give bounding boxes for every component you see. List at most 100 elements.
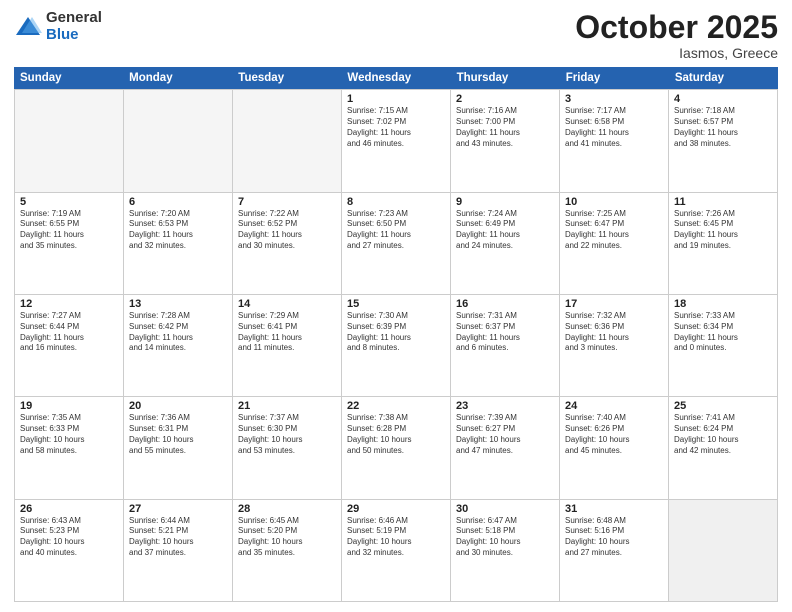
cal-cell-day-28: 28Sunrise: 6:45 AM Sunset: 5:20 PM Dayli… — [233, 500, 342, 601]
day-info: Sunrise: 7:23 AM Sunset: 6:50 PM Dayligh… — [347, 209, 445, 252]
cal-cell-day-14: 14Sunrise: 7:29 AM Sunset: 6:41 PM Dayli… — [233, 295, 342, 396]
cal-cell-day-16: 16Sunrise: 7:31 AM Sunset: 6:37 PM Dayli… — [451, 295, 560, 396]
cal-header-thursday: Thursday — [451, 67, 560, 89]
day-number: 28 — [238, 503, 336, 515]
cal-week-3: 12Sunrise: 7:27 AM Sunset: 6:44 PM Dayli… — [14, 294, 778, 396]
cal-cell-day-26: 26Sunrise: 6:43 AM Sunset: 5:23 PM Dayli… — [15, 500, 124, 601]
day-info: Sunrise: 7:39 AM Sunset: 6:27 PM Dayligh… — [456, 413, 554, 456]
cal-week-1: 1Sunrise: 7:15 AM Sunset: 7:02 PM Daylig… — [14, 89, 778, 191]
cal-week-2: 5Sunrise: 7:19 AM Sunset: 6:55 PM Daylig… — [14, 192, 778, 294]
cal-cell-day-1: 1Sunrise: 7:15 AM Sunset: 7:02 PM Daylig… — [342, 90, 451, 191]
cal-cell-empty — [233, 90, 342, 191]
cal-cell-day-17: 17Sunrise: 7:32 AM Sunset: 6:36 PM Dayli… — [560, 295, 669, 396]
day-number: 29 — [347, 503, 445, 515]
day-info: Sunrise: 6:44 AM Sunset: 5:21 PM Dayligh… — [129, 516, 227, 559]
cal-cell-day-27: 27Sunrise: 6:44 AM Sunset: 5:21 PM Dayli… — [124, 500, 233, 601]
logo-blue: Blue — [46, 27, 102, 44]
cal-cell-empty — [15, 90, 124, 191]
cal-cell-day-29: 29Sunrise: 6:46 AM Sunset: 5:19 PM Dayli… — [342, 500, 451, 601]
day-info: Sunrise: 7:25 AM Sunset: 6:47 PM Dayligh… — [565, 209, 663, 252]
header: General Blue October 2025 Iasmos, Greece — [14, 10, 778, 61]
logo: General Blue — [14, 10, 102, 43]
cal-cell-day-11: 11Sunrise: 7:26 AM Sunset: 6:45 PM Dayli… — [669, 193, 778, 294]
cal-cell-day-22: 22Sunrise: 7:38 AM Sunset: 6:28 PM Dayli… — [342, 397, 451, 498]
cal-cell-day-10: 10Sunrise: 7:25 AM Sunset: 6:47 PM Dayli… — [560, 193, 669, 294]
day-number: 14 — [238, 298, 336, 310]
day-info: Sunrise: 7:40 AM Sunset: 6:26 PM Dayligh… — [565, 413, 663, 456]
cal-cell-day-7: 7Sunrise: 7:22 AM Sunset: 6:52 PM Daylig… — [233, 193, 342, 294]
day-info: Sunrise: 7:18 AM Sunset: 6:57 PM Dayligh… — [674, 106, 772, 149]
day-number: 11 — [674, 196, 772, 208]
day-info: Sunrise: 7:19 AM Sunset: 6:55 PM Dayligh… — [20, 209, 118, 252]
logo-icon — [14, 13, 42, 41]
cal-cell-day-2: 2Sunrise: 7:16 AM Sunset: 7:00 PM Daylig… — [451, 90, 560, 191]
day-info: Sunrise: 7:22 AM Sunset: 6:52 PM Dayligh… — [238, 209, 336, 252]
cal-cell-day-31: 31Sunrise: 6:48 AM Sunset: 5:16 PM Dayli… — [560, 500, 669, 601]
day-number: 19 — [20, 400, 118, 412]
page: General Blue October 2025 Iasmos, Greece… — [0, 0, 792, 612]
day-info: Sunrise: 7:15 AM Sunset: 7:02 PM Dayligh… — [347, 106, 445, 149]
title-block: October 2025 Iasmos, Greece — [575, 10, 778, 61]
day-info: Sunrise: 7:27 AM Sunset: 6:44 PM Dayligh… — [20, 311, 118, 354]
day-number: 18 — [674, 298, 772, 310]
cal-cell-day-21: 21Sunrise: 7:37 AM Sunset: 6:30 PM Dayli… — [233, 397, 342, 498]
cal-header-tuesday: Tuesday — [232, 67, 341, 89]
cal-header-sunday: Sunday — [14, 67, 123, 89]
day-info: Sunrise: 7:17 AM Sunset: 6:58 PM Dayligh… — [565, 106, 663, 149]
cal-cell-day-3: 3Sunrise: 7:17 AM Sunset: 6:58 PM Daylig… — [560, 90, 669, 191]
cal-cell-day-25: 25Sunrise: 7:41 AM Sunset: 6:24 PM Dayli… — [669, 397, 778, 498]
cal-cell-day-8: 8Sunrise: 7:23 AM Sunset: 6:50 PM Daylig… — [342, 193, 451, 294]
day-info: Sunrise: 7:16 AM Sunset: 7:00 PM Dayligh… — [456, 106, 554, 149]
day-number: 13 — [129, 298, 227, 310]
title-month: October 2025 — [575, 10, 778, 45]
day-number: 5 — [20, 196, 118, 208]
cal-cell-day-13: 13Sunrise: 7:28 AM Sunset: 6:42 PM Dayli… — [124, 295, 233, 396]
day-info: Sunrise: 7:36 AM Sunset: 6:31 PM Dayligh… — [129, 413, 227, 456]
day-info: Sunrise: 7:33 AM Sunset: 6:34 PM Dayligh… — [674, 311, 772, 354]
day-info: Sunrise: 6:46 AM Sunset: 5:19 PM Dayligh… — [347, 516, 445, 559]
day-number: 26 — [20, 503, 118, 515]
cal-cell-day-5: 5Sunrise: 7:19 AM Sunset: 6:55 PM Daylig… — [15, 193, 124, 294]
day-number: 27 — [129, 503, 227, 515]
day-number: 20 — [129, 400, 227, 412]
day-number: 25 — [674, 400, 772, 412]
cal-cell-day-12: 12Sunrise: 7:27 AM Sunset: 6:44 PM Dayli… — [15, 295, 124, 396]
day-info: Sunrise: 6:45 AM Sunset: 5:20 PM Dayligh… — [238, 516, 336, 559]
title-location: Iasmos, Greece — [575, 45, 778, 61]
day-info: Sunrise: 7:20 AM Sunset: 6:53 PM Dayligh… — [129, 209, 227, 252]
cal-cell-day-18: 18Sunrise: 7:33 AM Sunset: 6:34 PM Dayli… — [669, 295, 778, 396]
day-number: 2 — [456, 93, 554, 105]
cal-cell-day-20: 20Sunrise: 7:36 AM Sunset: 6:31 PM Dayli… — [124, 397, 233, 498]
day-number: 21 — [238, 400, 336, 412]
day-number: 22 — [347, 400, 445, 412]
day-number: 17 — [565, 298, 663, 310]
day-number: 7 — [238, 196, 336, 208]
day-number: 15 — [347, 298, 445, 310]
day-number: 23 — [456, 400, 554, 412]
day-number: 24 — [565, 400, 663, 412]
day-number: 9 — [456, 196, 554, 208]
day-info: Sunrise: 7:41 AM Sunset: 6:24 PM Dayligh… — [674, 413, 772, 456]
logo-text: General Blue — [46, 10, 102, 43]
day-number: 8 — [347, 196, 445, 208]
cal-header-saturday: Saturday — [669, 67, 778, 89]
day-info: Sunrise: 6:43 AM Sunset: 5:23 PM Dayligh… — [20, 516, 118, 559]
cal-cell-day-19: 19Sunrise: 7:35 AM Sunset: 6:33 PM Dayli… — [15, 397, 124, 498]
day-info: Sunrise: 7:32 AM Sunset: 6:36 PM Dayligh… — [565, 311, 663, 354]
day-info: Sunrise: 7:30 AM Sunset: 6:39 PM Dayligh… — [347, 311, 445, 354]
day-number: 30 — [456, 503, 554, 515]
cal-cell-day-6: 6Sunrise: 7:20 AM Sunset: 6:53 PM Daylig… — [124, 193, 233, 294]
calendar-header: SundayMondayTuesdayWednesdayThursdayFrid… — [14, 67, 778, 89]
cal-cell-day-4: 4Sunrise: 7:18 AM Sunset: 6:57 PM Daylig… — [669, 90, 778, 191]
day-number: 16 — [456, 298, 554, 310]
cal-cell-day-15: 15Sunrise: 7:30 AM Sunset: 6:39 PM Dayli… — [342, 295, 451, 396]
day-number: 31 — [565, 503, 663, 515]
cal-cell-day-24: 24Sunrise: 7:40 AM Sunset: 6:26 PM Dayli… — [560, 397, 669, 498]
cal-cell-empty — [669, 500, 778, 601]
day-number: 6 — [129, 196, 227, 208]
logo-general: General — [46, 10, 102, 27]
day-info: Sunrise: 7:28 AM Sunset: 6:42 PM Dayligh… — [129, 311, 227, 354]
day-info: Sunrise: 6:47 AM Sunset: 5:18 PM Dayligh… — [456, 516, 554, 559]
day-number: 10 — [565, 196, 663, 208]
cal-week-5: 26Sunrise: 6:43 AM Sunset: 5:23 PM Dayli… — [14, 499, 778, 602]
